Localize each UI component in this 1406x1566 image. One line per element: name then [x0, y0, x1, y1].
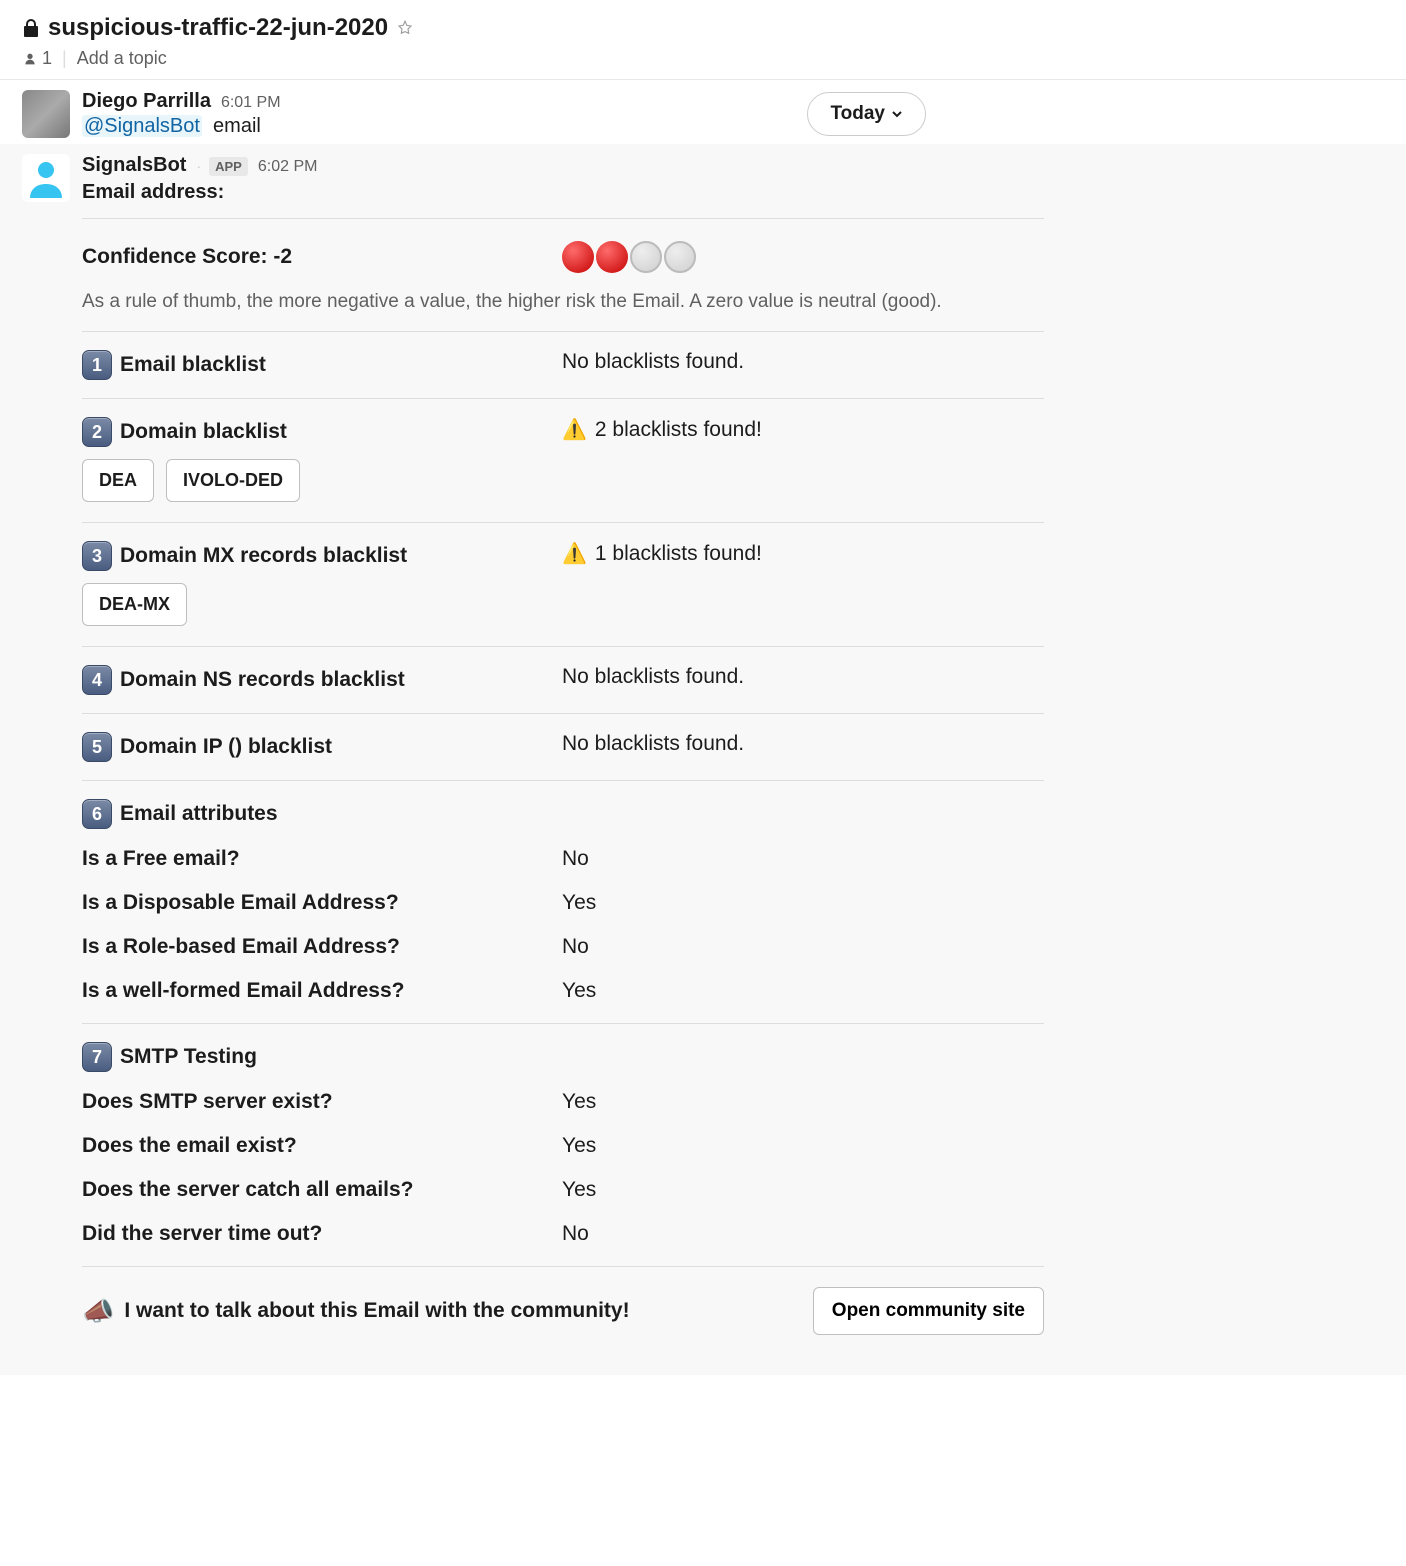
report-item-email-blacklist: 1 Email blacklist No blacklists found.: [82, 332, 1044, 398]
star-icon[interactable]: [396, 19, 414, 37]
report-item-domain-ip-blacklist: 5 Domain IP () blacklist No blacklists f…: [82, 714, 1044, 780]
attr-label: Is a Free email?: [82, 847, 562, 871]
person-icon: [26, 158, 66, 198]
message-command: email: [213, 115, 261, 137]
blacklist-chip[interactable]: IVOLO-DED: [166, 459, 300, 502]
item-title: SMTP Testing: [120, 1045, 257, 1069]
attr-row: Is a Disposable Email Address? Yes: [82, 881, 1044, 925]
item-title: Email attributes: [120, 802, 278, 826]
number-badge: 5: [82, 732, 112, 762]
red-circle-icon: [562, 241, 594, 273]
report-item-email-attributes: 6 Email attributes: [82, 781, 1044, 837]
attr-value: Yes: [562, 1178, 596, 1202]
message-time: 6:02 PM: [258, 158, 318, 176]
today-button[interactable]: Today: [807, 92, 926, 136]
number-badge: 7: [82, 1042, 112, 1072]
item-status: 1 blacklists found!: [595, 542, 762, 566]
attr-label: Did the server time out?: [82, 1222, 562, 1246]
message-list: Diego Parrilla 6:01 PM @SignalsBot email…: [0, 79, 1406, 1375]
open-community-button[interactable]: Open community site: [813, 1287, 1044, 1335]
attr-label: Does the email exist?: [82, 1134, 562, 1158]
item-title: Domain NS records blacklist: [120, 668, 405, 692]
grey-circle-icon: [664, 241, 696, 273]
item-status: No blacklists found.: [562, 732, 744, 756]
attr-label: Is a Disposable Email Address?: [82, 891, 562, 915]
add-topic-link[interactable]: Add a topic: [77, 48, 167, 69]
grey-circle-icon: [630, 241, 662, 273]
attr-label: Is a Role-based Email Address?: [82, 935, 562, 959]
megaphone-icon: 📣: [82, 1296, 114, 1327]
item-status: No blacklists found.: [562, 350, 744, 374]
blacklist-chips: DEA IVOLO-DED: [82, 459, 1044, 522]
confidence-score-row: Confidence Score: -2: [82, 219, 1044, 281]
mention[interactable]: @SignalsBot: [82, 115, 202, 137]
attr-row: Does the server catch all emails? Yes: [82, 1168, 1044, 1212]
report-item-domain-ns-blacklist: 4 Domain NS records blacklist No blackli…: [82, 647, 1044, 713]
item-status: No blacklists found.: [562, 665, 744, 689]
number-badge: 4: [82, 665, 112, 695]
chevron-down-icon: [891, 108, 903, 120]
channel-header: suspicious-traffic-22-jun-2020 1 | Add a…: [0, 0, 1406, 79]
item-title: Email blacklist: [120, 353, 266, 377]
item-title: Domain IP () blacklist: [120, 735, 332, 759]
report-item-domain-mx-blacklist: 3 Domain MX records blacklist ⚠️ 1 black…: [82, 523, 1044, 583]
attr-row: Did the server time out? No: [82, 1212, 1044, 1266]
blacklist-chip[interactable]: DEA-MX: [82, 583, 187, 626]
members-icon[interactable]: 1: [22, 48, 52, 69]
attr-row: Is a well-formed Email Address? Yes: [82, 969, 1044, 1023]
attr-value: Yes: [562, 1134, 596, 1158]
attr-row: Is a Role-based Email Address? No: [82, 925, 1044, 969]
confidence-score: Confidence Score: -2: [82, 245, 562, 269]
author-name[interactable]: Diego Parrilla: [82, 90, 211, 113]
number-badge: 3: [82, 541, 112, 571]
attr-label: Does SMTP server exist?: [82, 1090, 562, 1114]
message-text: @SignalsBot email: [82, 115, 1384, 138]
number-badge: 6: [82, 799, 112, 829]
bot-message: SignalsBot · APP 6:02 PM Email address: …: [0, 144, 1406, 1375]
warning-icon: ⚠️: [562, 417, 587, 442]
message-time: 6:01 PM: [221, 94, 281, 112]
red-circle-icon: [596, 241, 628, 273]
item-title: Domain blacklist: [120, 420, 287, 444]
bot-avatar[interactable]: [22, 154, 70, 202]
item-title: Domain MX records blacklist: [120, 544, 407, 568]
lock-icon: [22, 18, 40, 38]
attr-value: No: [562, 1222, 589, 1246]
number-badge: 2: [82, 417, 112, 447]
attr-value: No: [562, 935, 589, 959]
message: Diego Parrilla 6:01 PM @SignalsBot email…: [0, 80, 1406, 144]
divider: |: [62, 48, 67, 69]
attr-value: No: [562, 847, 589, 871]
number-badge: 1: [82, 350, 112, 380]
attr-value: Yes: [562, 891, 596, 915]
score-indicator: [562, 241, 698, 273]
author-name[interactable]: SignalsBot: [82, 154, 186, 177]
avatar[interactable]: [22, 90, 70, 138]
attr-value: Yes: [562, 1090, 596, 1114]
channel-name[interactable]: suspicious-traffic-22-jun-2020: [48, 14, 388, 42]
report-item-domain-blacklist: 2 Domain blacklist ⚠️ 2 blacklists found…: [82, 399, 1044, 459]
attr-label: Is a well-formed Email Address?: [82, 979, 562, 1003]
community-text: I want to talk about this Email with the…: [124, 1299, 629, 1323]
app-badge: APP: [209, 157, 248, 176]
member-count: 1: [42, 48, 52, 69]
email-report: Confidence Score: -2 As a rule of thumb,…: [82, 218, 1044, 1345]
attr-row: Is a Free email? No: [82, 837, 1044, 881]
email-address-label: Email address:: [82, 181, 1384, 204]
today-label: Today: [830, 103, 885, 125]
item-status: 2 blacklists found!: [595, 418, 762, 442]
attr-row: Does SMTP server exist? Yes: [82, 1080, 1044, 1124]
attr-label: Does the server catch all emails?: [82, 1178, 562, 1202]
dot: ·: [196, 158, 201, 174]
attr-value: Yes: [562, 979, 596, 1003]
report-item-smtp-testing: 7 SMTP Testing: [82, 1024, 1044, 1080]
community-row: 📣 I want to talk about this Email with t…: [82, 1267, 1044, 1345]
blacklist-chips: DEA-MX: [82, 583, 1044, 646]
warning-icon: ⚠️: [562, 541, 587, 566]
blacklist-chip[interactable]: DEA: [82, 459, 154, 502]
score-rule-text: As a rule of thumb, the more negative a …: [82, 281, 1044, 331]
attr-row: Does the email exist? Yes: [82, 1124, 1044, 1168]
